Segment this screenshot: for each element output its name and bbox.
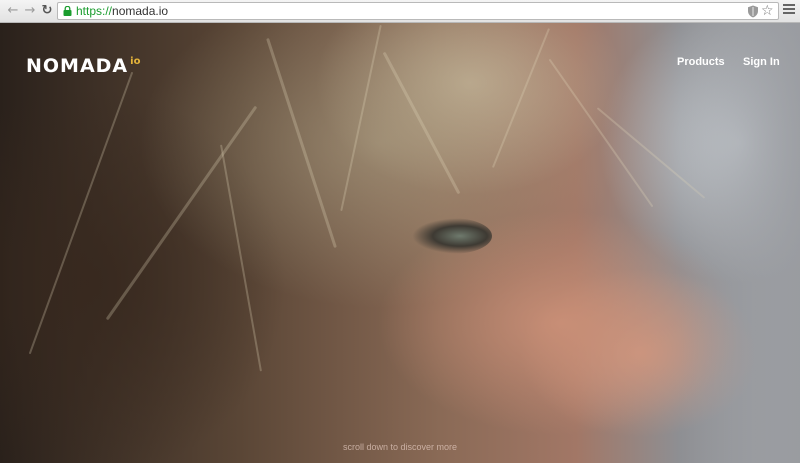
hero-section: NOMADA io Products Sign In scroll down to… — [0, 23, 800, 463]
logo-suffix: io — [130, 56, 141, 67]
nav-products-link[interactable]: Products — [677, 55, 725, 69]
hero-eye — [412, 218, 492, 254]
url-host: nomada.io — [112, 4, 169, 18]
url-text[interactable]: https://nomada.io — [76, 4, 168, 19]
browser-toolbar: ← → ↻ https://nomada.io ☆ — [0, 0, 800, 23]
back-arrow-icon[interactable]: ← — [5, 3, 21, 19]
logo-text: NOMADA — [26, 55, 129, 77]
star-icon[interactable]: ☆ — [761, 3, 775, 19]
address-bar[interactable]: https://nomada.io ☆ — [57, 2, 779, 20]
shield-icon[interactable] — [747, 5, 759, 18]
site-logo[interactable]: NOMADA io — [26, 52, 140, 76]
lock-icon — [63, 6, 72, 16]
scroll-hint: scroll down to discover more — [342, 442, 458, 452]
nav-sign-in-link[interactable]: Sign In — [743, 55, 780, 69]
reload-icon[interactable]: ↻ — [39, 3, 55, 19]
url-scheme: https:// — [76, 4, 113, 18]
hamburger-menu-icon[interactable] — [783, 4, 795, 18]
forward-arrow-icon[interactable]: → — [22, 3, 38, 19]
